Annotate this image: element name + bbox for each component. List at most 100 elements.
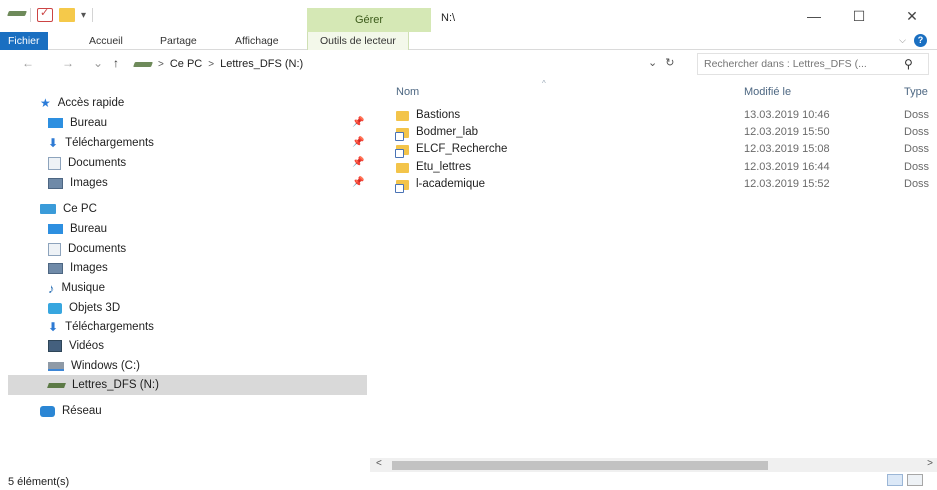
sidebar-item-acces-rapide[interactable]: ★ Accès rapide	[40, 93, 124, 113]
table-row[interactable]: Bodmer_lab 12.03.2019 15:50 Doss	[370, 125, 937, 142]
sidebar-item-label: Documents	[68, 243, 127, 255]
file-type: Doss	[904, 126, 930, 138]
sidebar-item-images[interactable]: Images	[48, 258, 108, 278]
up-button[interactable]: ↑	[113, 56, 119, 70]
file-name: Bastions	[416, 109, 461, 121]
sidebar-item-label: Ce PC	[63, 203, 97, 215]
tab-fichier[interactable]: Fichier	[0, 32, 48, 50]
breadcrumb-lettres-dfs[interactable]: Lettres_DFS (N:)	[220, 58, 303, 70]
pictures-icon	[48, 177, 63, 189]
file-date: 12.03.2019 15:52	[744, 178, 830, 190]
sort-ascending-icon: ^	[542, 79, 546, 88]
file-list: ^ Nom Modifié le Type Bastions 13.03.201…	[370, 78, 937, 458]
network-icon	[40, 405, 55, 417]
back-button[interactable]: ←	[22, 56, 34, 70]
drive-icon	[8, 8, 24, 22]
folder-shortcut-icon	[395, 180, 409, 193]
expand-ribbon-icon[interactable]: ⌵	[899, 35, 906, 46]
windows-drive-icon	[48, 361, 64, 371]
title-bar: ▾ Gérer N:\ — ☐ ✕	[0, 0, 937, 32]
file-date: 12.03.2019 16:44	[744, 161, 830, 173]
scroll-right-icon[interactable]: >	[927, 458, 933, 469]
sidebar-item-documents[interactable]: Documents	[48, 239, 126, 259]
sidebar-item-label: Bureau	[70, 223, 108, 235]
sidebar-item-telechargements[interactable]: ⬇ Téléchargements	[48, 317, 154, 337]
maximize-button[interactable]: ☐	[847, 6, 871, 26]
details-view-icon[interactable]	[887, 474, 903, 486]
drive-icon	[134, 59, 152, 69]
ribbon-tabs: Fichier Accueil Partage Affichage Outils…	[0, 32, 937, 50]
search-input[interactable]	[704, 58, 904, 70]
minimize-button[interactable]: —	[802, 6, 826, 26]
desktop-icon	[48, 224, 63, 234]
large-icons-view-icon[interactable]	[907, 474, 923, 486]
desktop-icon	[48, 118, 63, 128]
sidebar-item-objets-3d[interactable]: Objets 3D	[48, 298, 120, 318]
breadcrumb-separator-icon[interactable]: >	[208, 59, 214, 70]
recent-locations-button[interactable]: ⌄	[93, 56, 103, 70]
pin-icon: 📌	[352, 117, 365, 128]
sidebar-item-ce-pc[interactable]: Ce PC	[40, 199, 97, 219]
sidebar-item-bureau[interactable]: Bureau	[48, 219, 107, 239]
tab-accueil[interactable]: Accueil	[89, 32, 123, 50]
column-header-type[interactable]: Type	[904, 86, 928, 98]
properties-icon[interactable]	[37, 6, 53, 22]
computer-icon	[40, 204, 56, 214]
new-folder-icon[interactable]	[59, 8, 75, 22]
tab-outils-de-lecteur[interactable]: Outils de lecteur	[307, 32, 409, 50]
sidebar-item-windows-c[interactable]: Windows (C:)	[48, 356, 140, 376]
star-icon: ★	[40, 96, 51, 110]
sidebar-item-musique[interactable]: ♪ Musique	[48, 278, 105, 298]
videos-icon	[48, 340, 62, 352]
sidebar-item-documents-quick[interactable]: Documents	[48, 153, 126, 173]
table-row[interactable]: Etu_lettres 12.03.2019 16:44 Doss	[370, 160, 937, 177]
address-dropdown-icon[interactable]: ⌄	[648, 56, 657, 69]
refresh-icon[interactable]: ↻	[665, 56, 674, 69]
sidebar-item-bureau-quick[interactable]: Bureau	[48, 113, 107, 133]
customize-toolbar-icon[interactable]: ▾	[81, 10, 86, 21]
table-row[interactable]: ELCF_Recherche 12.03.2019 15:08 Doss	[370, 142, 937, 159]
window-title: N:\	[441, 12, 456, 24]
search-box[interactable]: ⚲	[697, 53, 929, 75]
table-row[interactable]: l-academique 12.03.2019 15:52 Doss	[370, 177, 937, 194]
file-date: 12.03.2019 15:08	[744, 143, 830, 155]
file-type: Doss	[904, 143, 930, 155]
download-icon: ⬇	[48, 320, 59, 334]
tab-partage[interactable]: Partage	[160, 32, 197, 50]
column-header-nom[interactable]: Nom	[396, 86, 419, 98]
address-controls: ⌄ ↻	[648, 56, 674, 69]
network-drive-icon	[47, 382, 66, 388]
help-icon[interactable]: ?	[914, 34, 927, 47]
forward-button[interactable]: →	[62, 56, 74, 70]
scrollbar-thumb[interactable]	[392, 461, 768, 470]
table-row[interactable]: Bastions 13.03.2019 10:46 Doss	[370, 108, 937, 125]
breadcrumb-ce-pc[interactable]: Ce PC	[170, 58, 202, 70]
horizontal-scrollbar[interactable]: < >	[370, 458, 937, 472]
sidebar-item-label: Objets 3D	[69, 302, 121, 314]
sidebar-item-reseau[interactable]: Réseau	[40, 401, 102, 421]
column-header-modifie-le[interactable]: Modifié le	[744, 86, 791, 98]
download-icon: ⬇	[48, 136, 59, 150]
folder-shortcut-icon	[395, 145, 409, 158]
file-name: l-academique	[416, 178, 486, 190]
sidebar-item-images-quick[interactable]: Images	[48, 173, 108, 193]
breadcrumb-separator-icon[interactable]: >	[158, 59, 164, 70]
view-switcher	[887, 474, 923, 486]
file-type: Doss	[904, 161, 930, 173]
address-bar[interactable]: > Ce PC > Lettres_DFS (N:)	[128, 53, 690, 75]
documents-icon	[48, 242, 61, 256]
3d-objects-icon	[48, 302, 62, 314]
sidebar-item-label: Réseau	[62, 405, 102, 417]
sidebar-item-videos[interactable]: Vidéos	[48, 336, 104, 356]
sidebar-item-label: Musique	[61, 282, 105, 294]
folder-icon	[396, 163, 409, 173]
scroll-left-icon[interactable]: <	[376, 458, 382, 469]
sidebar-item-label: Accès rapide	[57, 97, 125, 109]
sidebar-item-lettres-dfs[interactable]: Lettres_DFS (N:)	[8, 375, 367, 395]
sidebar-item-telechargements-quick[interactable]: ⬇ Téléchargements	[48, 133, 154, 153]
search-icon[interactable]: ⚲	[904, 57, 913, 71]
tab-affichage[interactable]: Affichage	[235, 32, 279, 50]
file-type: Doss	[904, 109, 930, 121]
close-button[interactable]: ✕	[900, 6, 924, 26]
sidebar-item-label: Bureau	[70, 117, 108, 129]
